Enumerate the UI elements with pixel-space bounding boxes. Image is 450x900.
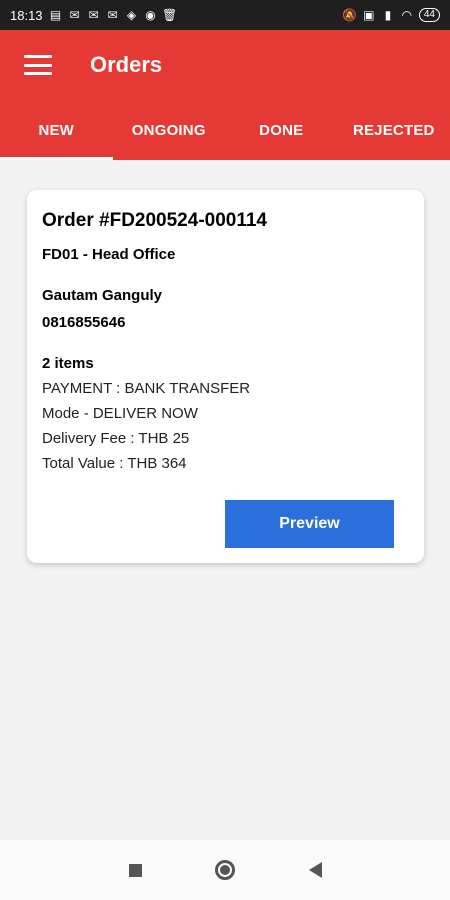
recents-icon <box>128 863 142 877</box>
gmail-icon: ✉ <box>107 8 118 22</box>
back-icon <box>308 862 322 878</box>
tab-rejected[interactable]: REJECTED <box>338 100 450 160</box>
battery-icon: 44 <box>418 8 440 22</box>
toolbar: Orders <box>0 30 450 100</box>
mute-icon: 🔕 <box>342 8 358 22</box>
gmail-icon: ✉ <box>69 8 80 22</box>
status-time: 18:13 <box>10 7 43 23</box>
order-id: Order #FD200524-000114 <box>42 210 267 231</box>
back-button[interactable] <box>270 840 360 900</box>
system-icons: 🔕 ▣ ▮ ◠ 44 <box>342 8 440 22</box>
delivery-mode: Mode - DELIVER NOW <box>42 405 198 422</box>
recents-button[interactable] <box>90 840 180 900</box>
payment-method: PAYMENT : BANK TRANSFER <box>42 380 251 397</box>
order-card[interactable]: Order #FD200524-000114 FD01 - Head Offic… <box>27 190 424 563</box>
active-tab-indicator <box>0 157 113 160</box>
tab-bar: NEW ONGOING DONE REJECTED <box>0 100 450 160</box>
menu-icon[interactable] <box>24 55 52 75</box>
app-bar: Orders NEW ONGOING DONE REJECTED <box>0 30 450 160</box>
home-icon <box>215 860 235 880</box>
wifi-icon: ◠ <box>401 8 413 22</box>
customer-phone: 0816855646 <box>42 314 126 331</box>
preview-button[interactable]: Preview <box>225 500 394 548</box>
status-bar: 18:13 ▤ ✉ ✉ ✉ ◈ ◉ 🗑 🔕 ▣ ▮ ◠ 44 <box>0 0 450 30</box>
app-icon: ◈ <box>126 8 137 22</box>
system-nav-bar <box>0 840 450 900</box>
signal-icon: ▮ <box>384 8 392 22</box>
total-value: Total Value : THB 364 <box>42 455 187 472</box>
order-branch: FD01 - Head Office <box>42 246 176 263</box>
notification-icons: ▤ ✉ ✉ ✉ ◈ ◉ 🗑 <box>49 8 177 22</box>
page-title: Orders <box>90 52 163 77</box>
sim-icon: ▣ <box>363 8 375 22</box>
message-icon: ▤ <box>49 8 62 22</box>
customer-name: Gautam Ganguly <box>42 287 163 304</box>
home-button[interactable] <box>180 840 270 900</box>
gmail-icon: ✉ <box>88 8 99 22</box>
tab-new[interactable]: NEW <box>0 100 113 160</box>
tab-done[interactable]: DONE <box>225 100 338 160</box>
delivery-fee: Delivery Fee : THB 25 <box>42 430 190 447</box>
trash-icon: 🗑 <box>161 8 178 22</box>
app-icon: ◉ <box>145 8 156 22</box>
item-count: 2 items <box>42 355 94 372</box>
tab-ongoing[interactable]: ONGOING <box>113 100 226 160</box>
